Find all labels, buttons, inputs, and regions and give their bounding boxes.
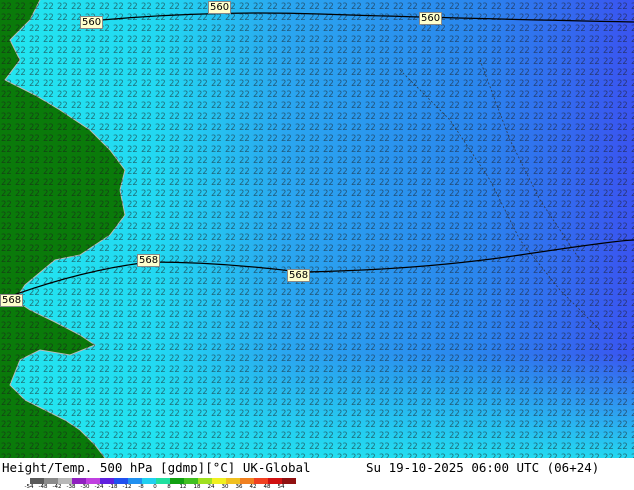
map-title: Height/Temp. 500 hPa [gdmp][°C] UK-Globa… [2,460,311,475]
colorbar-tick-label: -54 [24,484,34,490]
colorbar-tick-label: 24 [207,484,215,490]
contour-label: 560 [80,16,104,29]
contour-label: 560 [419,12,443,25]
contour-label: 568 [0,294,24,307]
contour-label: 568 [137,254,161,267]
colorbar-tick-label: -38 [66,484,76,490]
grid-value-field [0,0,634,458]
colorbar-tick-label: 30 [221,484,229,490]
colorbar-tick-label: 48 [263,484,271,490]
colorbar-tick-label: -48 [38,484,48,490]
colorbar-tick-label: 8 [167,484,171,490]
colorbar-tick-label: 0 [153,484,157,490]
weather-map-screen: 22 560 560 560 568 568 568 Height/Temp. … [0,0,634,490]
contour-label: 568 [287,269,311,282]
colorbar-tick-label: -12 [122,484,132,490]
map-datetime: Su 19-10-2025 06:00 UTC (06+24) [366,460,600,475]
colorbar-tick-label: -42 [52,484,62,490]
colorbar-tick-label: -30 [80,484,90,490]
colorbar-tick-label: 36 [235,484,243,490]
colorbar-tick-label: 18 [193,484,201,490]
colorbar-tick-label: -18 [108,484,118,490]
colorbar-tick-label: 54 [277,484,285,490]
temperature-map: 22 [0,0,634,458]
colorbar-tick-label: 12 [179,484,187,490]
colorbar-tick-label: -24 [94,484,104,490]
contour-label: 560 [208,1,232,14]
colorbar-tick-label: 42 [249,484,257,490]
colorbar-tick-label: -8 [138,484,144,490]
colorbar-ticks: -54 -48 -42 -38 -30 -24 -18 -12 -8 0 8 12 18 24 30 36 42… [22,484,302,490]
